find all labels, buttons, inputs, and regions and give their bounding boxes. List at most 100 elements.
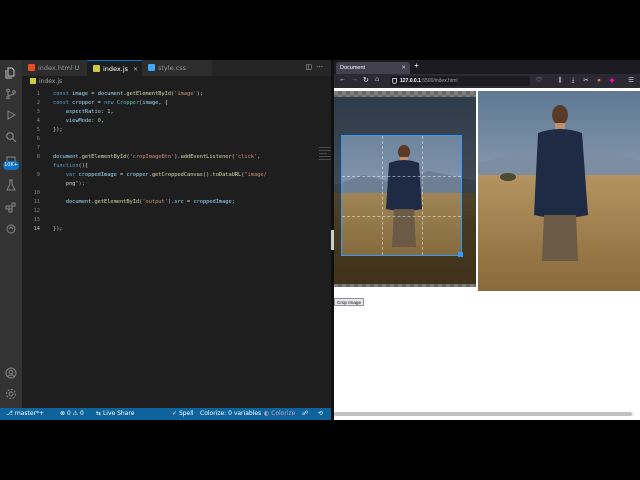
code-line[interactable]: 1 const image = document.getElementById('…: [22, 90, 322, 99]
crop-resize-handle[interactable]: [458, 252, 463, 257]
live-share-icon[interactable]: [4, 222, 18, 236]
extension-icon[interactable]: ◆: [608, 77, 616, 85]
line-number: 11: [33, 199, 40, 205]
colorize-variables[interactable]: Colorize: 0 variables: [200, 408, 261, 420]
screen: 10K+ index.html U index.js ✕ style.css ◫⋯: [0, 60, 640, 420]
editor-actions: ◫⋯: [305, 63, 327, 71]
search-icon[interactable]: [4, 130, 18, 144]
code-text: png");: [53, 181, 85, 187]
branch-indicator[interactable]: ⎇ master*+: [6, 408, 44, 420]
download-icon[interactable]: ⤓: [569, 77, 577, 85]
tab-label: index.html: [38, 64, 73, 72]
line-number: 4: [36, 118, 40, 124]
error-count: 0: [66, 410, 71, 417]
code-line[interactable]: 10: [22, 189, 322, 198]
live-share-label: Live Share: [102, 410, 135, 417]
spell-button[interactable]: ✓ Spell: [172, 408, 194, 420]
tab-style-css[interactable]: style.css: [142, 60, 212, 76]
source-control-icon[interactable]: [4, 87, 18, 101]
browser-tab[interactable]: Document ✕: [336, 62, 410, 74]
extensions-icon[interactable]: [4, 200, 18, 214]
browser-toolbar: ← → ↻ ⌂ 127.0.0.1:5500/index.html ♡ ⫼ ⤓ …: [334, 74, 640, 88]
crop-guide-line: [342, 176, 461, 177]
reload-icon[interactable]: ↻: [363, 76, 369, 84]
bell-icon[interactable]: ⟲: [318, 408, 323, 420]
code-text: function(){: [53, 163, 89, 169]
css-file-icon: [148, 64, 155, 71]
code-line[interactable]: 2 const cropper = new Cropper(image, {: [22, 99, 322, 108]
code-line[interactable]: 8 document.getElementById('cropImageBtn')…: [22, 153, 322, 162]
crop-preview: [342, 136, 461, 255]
new-tab-icon[interactable]: +: [414, 61, 419, 70]
code-text: const image = document.getElementById('i…: [53, 91, 203, 97]
back-icon[interactable]: ←: [339, 76, 346, 83]
code-line[interactable]: 5});: [22, 126, 322, 135]
scrollbar-thumb[interactable]: [334, 412, 632, 416]
code-line[interactable]: 13: [22, 216, 322, 225]
code-line[interactable]: 6: [22, 135, 322, 144]
output-image: [478, 91, 640, 291]
tab-label: index.js: [103, 65, 129, 73]
crop-guide-line: [382, 136, 383, 255]
line-number: 9: [36, 172, 40, 178]
forward-icon[interactable]: →: [351, 76, 358, 83]
line-number: 12: [33, 208, 40, 214]
tab-index-js[interactable]: index.js ✕: [87, 60, 142, 76]
crop-image-button[interactable]: Crop Image: [334, 298, 365, 306]
code-text: const cropper = new Cropper(image, {: [53, 100, 168, 106]
branch-name: master*+: [14, 410, 45, 417]
account-icon[interactable]: [4, 366, 18, 380]
code-line[interactable]: 4 viewMode: 0,: [22, 117, 322, 126]
url-path: :5500/index.html: [420, 78, 458, 84]
code-line[interactable]: png");: [22, 180, 322, 189]
warning-count: 0: [79, 410, 84, 417]
more-actions-icon[interactable]: ⋯: [316, 64, 327, 71]
gear-icon[interactable]: [4, 387, 18, 401]
tab-index-html[interactable]: index.html U: [22, 60, 87, 76]
explorer-icon[interactable]: [4, 66, 18, 80]
code-line[interactable]: 7: [22, 144, 322, 153]
horizontal-scrollbar[interactable]: [334, 412, 634, 416]
code-text: aspectRatio: 1,: [65, 109, 114, 115]
code-text: viewMode: 0,: [65, 118, 105, 124]
live-share-button[interactable]: ⇆ Live Share: [96, 408, 134, 420]
line-number: 3: [36, 109, 40, 115]
untracked-status: U: [74, 64, 80, 72]
split-editor-icon[interactable]: ◫: [305, 64, 316, 71]
code-text: document.getElementById('output').src = …: [65, 199, 235, 205]
url-bar[interactable]: 127.0.0.1:5500/index.html: [390, 76, 530, 86]
line-number: 13: [33, 217, 40, 223]
browser-tab-title: Document: [340, 65, 366, 71]
cropper-canvas[interactable]: [334, 91, 476, 287]
crop-box[interactable]: [341, 135, 462, 256]
close-icon[interactable]: ✕: [401, 62, 406, 74]
home-icon[interactable]: ⌂: [375, 76, 379, 83]
testing-icon[interactable]: [4, 178, 18, 192]
notification-badge: 10K+: [3, 161, 19, 170]
code-line[interactable]: 11 document.getElementById('output').src…: [22, 198, 322, 207]
menu-icon[interactable]: ☰: [627, 77, 635, 85]
breadcrumb[interactable]: index.js: [22, 76, 331, 87]
line-number: 1: [36, 91, 40, 97]
pocket-icon[interactable]: ♡: [535, 77, 543, 85]
line-number: 10: [33, 190, 40, 196]
firefox-account-icon[interactable]: ●: [595, 77, 603, 85]
code-text: var croppedImage = cropper.getCroppedCan…: [65, 172, 267, 178]
code-line[interactable]: 9 var croppedImage = cropper.getCroppedC…: [22, 171, 322, 180]
problems-indicator[interactable]: ⊗ 0 ⚠ 0: [60, 408, 84, 420]
code-line[interactable]: 14});: [22, 225, 322, 234]
code-line[interactable]: function(){: [22, 162, 322, 171]
feedback-icon[interactable]: ☍: [302, 408, 308, 420]
colorize-button[interactable]: ◐ Colorize: [264, 408, 295, 420]
code-line[interactable]: 3 aspectRatio: 1,: [22, 108, 322, 117]
code-editor[interactable]: 1 const image = document.getElementById('…: [22, 87, 322, 408]
line-number: 14: [33, 226, 40, 232]
code-text: });: [53, 226, 63, 232]
code-line[interactable]: 12: [22, 207, 322, 216]
library-icon[interactable]: ⫼: [556, 77, 564, 85]
run-debug-icon[interactable]: [4, 108, 18, 122]
line-number: 7: [36, 145, 40, 151]
close-icon[interactable]: ✕: [133, 66, 138, 73]
screenshot-icon[interactable]: ✂: [582, 77, 590, 85]
code-text: document.getElementById('cropImageBtn').…: [53, 154, 261, 160]
